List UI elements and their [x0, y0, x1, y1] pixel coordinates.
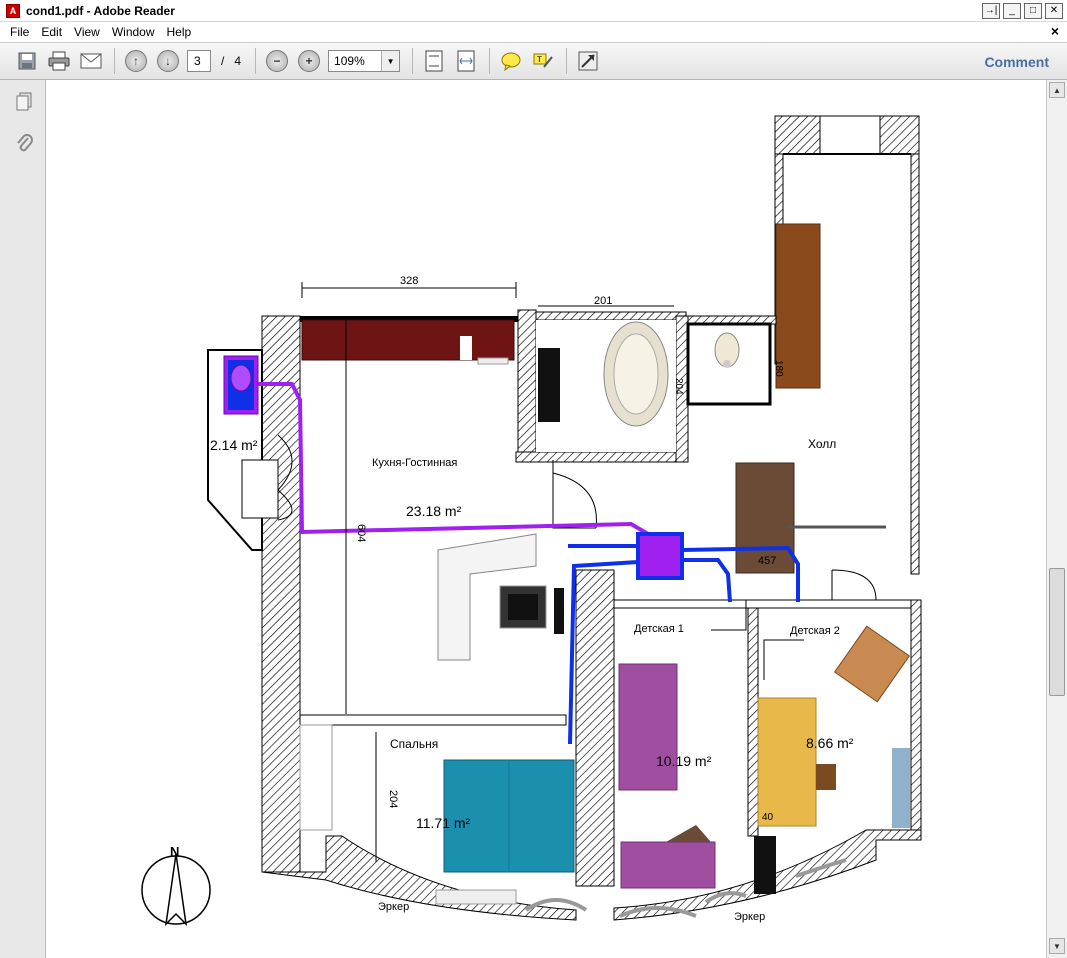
envelope-icon — [80, 53, 102, 69]
svg-text:T: T — [537, 55, 542, 64]
dock-toggle-button[interactable]: →| — [982, 3, 1000, 19]
dim-bedroom-height: 204 — [387, 790, 399, 808]
fit-width-button[interactable] — [453, 48, 479, 74]
compass-icon: N — [141, 844, 211, 927]
kids2-label: Детская 2 — [790, 625, 840, 637]
page-separator: / — [221, 54, 225, 68]
paperclip-icon — [17, 134, 33, 152]
highlighter-icon: T — [533, 53, 553, 68]
kitchen-cabinet — [301, 319, 515, 361]
toolbar-separator — [412, 48, 414, 74]
print-button[interactable] — [46, 48, 72, 74]
arrow-up-icon: ↑ — [125, 50, 147, 72]
toolbar-separator — [489, 48, 491, 74]
minus-icon: − — [266, 50, 289, 72]
scroll-thumb[interactable] — [1049, 568, 1065, 696]
dim-kitchen-width: 328 — [400, 275, 418, 287]
zoom-select[interactable]: ▼ — [328, 50, 401, 72]
speech-bubble-icon — [501, 52, 521, 71]
kitchen-area: 23.18 m² — [406, 503, 462, 519]
next-page-button[interactable]: ↓ — [155, 48, 181, 74]
window-title: cond1.pdf - Adobe Reader — [26, 3, 175, 18]
save-button[interactable] — [14, 48, 40, 74]
toolbar-separator — [114, 48, 115, 74]
plus-icon: + — [298, 50, 321, 72]
menu-edit[interactable]: Edit — [41, 25, 62, 39]
full-screen-button[interactable] — [575, 48, 601, 74]
zoom-in-button[interactable]: + — [296, 48, 322, 74]
dock-arrow-icon: →| — [984, 5, 998, 16]
menu-window[interactable]: Window — [112, 25, 155, 39]
compass-north-label: N — [170, 844, 179, 859]
expand-icon — [578, 51, 598, 71]
dim-hall-width: 457 — [758, 555, 776, 567]
sticky-note-button[interactable] — [498, 48, 524, 74]
dim-wc-side: 204 — [673, 378, 684, 395]
page-number-input[interactable] — [187, 50, 211, 72]
attachments-panel-button[interactable] — [13, 132, 35, 154]
email-button[interactable] — [78, 48, 104, 74]
floor-plan: 328 201 604 204 180 204 457 40 Кухня-Гос… — [141, 115, 922, 927]
menu-bar: File Edit View Window Help — [0, 22, 1067, 42]
dim-bath-width: 201 — [594, 295, 612, 307]
page-count: 4 — [234, 54, 242, 68]
toolbar-separator — [255, 48, 257, 74]
kids-room-1 — [618, 663, 716, 918]
chevron-down-icon[interactable]: ▼ — [381, 51, 400, 71]
minimize-icon: _ — [1009, 5, 1015, 16]
fit-width-icon — [457, 50, 475, 72]
bedroom-area: 11.71 m² — [416, 815, 471, 831]
menu-view[interactable]: View — [74, 25, 100, 39]
page-total: / 4 — [221, 54, 241, 68]
maximize-button[interactable]: □ — [1024, 3, 1042, 19]
save-icon — [18, 52, 36, 70]
previous-page-button[interactable]: ↑ — [123, 48, 149, 74]
toilet-room — [686, 322, 772, 406]
navigation-panel — [0, 80, 46, 958]
highlight-text-button[interactable]: T — [530, 48, 556, 74]
kitchen-label: Кухня-Гостинная — [372, 457, 457, 469]
scroll-up-button[interactable]: ▲ — [1049, 82, 1065, 98]
maximize-icon: □ — [1029, 5, 1037, 16]
vertical-scrollbar[interactable]: ▲ ▼ — [1046, 80, 1067, 958]
bedroom-label: Спальня — [390, 737, 438, 751]
close-document-button[interactable]: × — [1051, 23, 1059, 39]
toolbar-separator — [566, 48, 568, 74]
comment-button[interactable]: Comment — [984, 54, 1049, 70]
menu-file[interactable]: File — [10, 25, 29, 39]
kids1-label: Детская 1 — [634, 623, 684, 635]
close-icon: ✕ — [1049, 5, 1059, 16]
hall-label: Холл — [808, 437, 836, 451]
kids2-area: 8.66 m² — [806, 735, 854, 751]
document-view[interactable]: 328 201 604 204 180 204 457 40 Кухня-Гос… — [46, 80, 1046, 958]
fit-page-button[interactable] — [421, 48, 447, 74]
pages-panel-button[interactable] — [13, 90, 35, 112]
menu-help[interactable]: Help — [167, 25, 192, 39]
pdf-app-icon: A — [6, 3, 20, 18]
arrow-down-icon: ↓ — [157, 50, 179, 72]
close-window-button[interactable]: ✕ — [1045, 3, 1063, 19]
zoom-out-button[interactable]: − — [264, 48, 290, 74]
minimize-button[interactable]: _ — [1003, 3, 1021, 19]
dim-kitchen-height: 604 — [355, 524, 367, 542]
window-controls: →| _ □ ✕ — [982, 3, 1063, 19]
title-bar: A cond1.pdf - Adobe Reader →| _ □ ✕ — [0, 0, 1067, 22]
dim-small: 40 — [762, 812, 774, 823]
balcony-area: 2.14 m² — [210, 437, 258, 453]
kids1-area: 10.19 m² — [656, 753, 712, 769]
bay-window-label-2: Эркер — [734, 911, 765, 923]
scroll-down-button[interactable]: ▼ — [1049, 938, 1065, 954]
dim-hall-side: 180 — [773, 360, 784, 377]
printer-icon — [48, 51, 70, 71]
zoom-input[interactable] — [329, 51, 382, 71]
fit-page-icon — [425, 50, 443, 72]
bathroom — [536, 320, 676, 452]
pdf-badge-text: A — [9, 5, 17, 16]
toolbar: ↑ ↓ / 4 − + ▼ T Comment — [0, 42, 1067, 80]
bay-window-label-1: Эркер — [378, 901, 409, 913]
pages-icon — [16, 92, 32, 111]
